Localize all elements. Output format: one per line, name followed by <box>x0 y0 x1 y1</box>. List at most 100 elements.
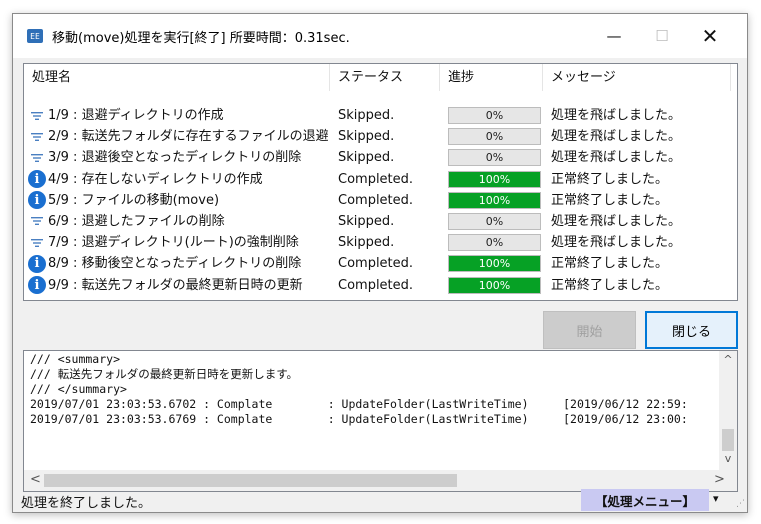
start-button: 開始 <box>543 311 636 349</box>
list-item[interactable]: i 9/9 : 転送先フォルダの最終更新日時の更新 Completed. 100% 正常… <box>24 275 737 296</box>
task-message: 処理を飛ばしました。 <box>551 150 682 166</box>
progress-label: 0% <box>485 130 504 144</box>
task-status: Completed. <box>338 277 414 293</box>
list-item[interactable]: i 4/9 : 存在しないディレクトリの作成 Completed. 100% 正常終了し… <box>24 169 737 190</box>
column-header-status[interactable]: ステータス <box>330 64 440 91</box>
task-progress-cell: 0% <box>448 147 544 168</box>
progress-bar: 0% <box>448 128 541 146</box>
task-status: Skipped. <box>338 150 395 166</box>
progress-bar: 100% <box>448 170 541 188</box>
progress-label: 0% <box>485 236 504 250</box>
dialog-window: EE 移動(move)処理を実行[終了] 所要時間：0.31sec. — ☐ ✕… <box>12 13 748 513</box>
task-progress-cell: 100% <box>448 190 544 211</box>
horizontal-scroll-thumb[interactable] <box>44 474 457 487</box>
task-message: 正常終了しました。 <box>551 171 669 187</box>
info-icon: i <box>28 191 46 210</box>
process-menu-button[interactable]: 【処理メニュー】 <box>581 489 709 511</box>
title-bar[interactable]: EE 移動(move)処理を実行[終了] 所要時間：0.31sec. — ☐ ✕ <box>13 14 747 58</box>
window-title: 移動(move)処理を実行[終了] 所要時間：0.31sec. <box>52 30 350 46</box>
task-message: 正常終了しました。 <box>551 192 669 208</box>
list-item[interactable]: 1/9 : 退避ディレクトリの作成 Skipped. 0% 処理を飛ばしました。 <box>24 105 737 126</box>
list-item[interactable]: 2/9 : 転送先フォルダに存在するファイルの退避 Skipped. 0% 処理を飛ば… <box>24 126 737 147</box>
task-name: 2/9 : 転送先フォルダに存在するファイルの退避 <box>48 129 328 145</box>
task-name-cell: i 9/9 : 転送先フォルダの最終更新日時の更新 <box>28 275 328 296</box>
task-progress-cell: 0% <box>448 105 544 126</box>
list-rows: 1/9 : 退避ディレクトリの作成 Skipped. 0% 処理を飛ばしました。 2/9… <box>24 105 737 296</box>
status-bar: 処理を終了しました。 【処理メニュー】 ▾ ⋰ <box>13 488 747 512</box>
task-name-cell: 1/9 : 退避ディレクトリの作成 <box>28 105 328 126</box>
task-message: 処理を飛ばしました。 <box>551 129 682 145</box>
close-window-button[interactable]: ✕ <box>687 14 733 58</box>
task-status: Skipped. <box>338 235 395 251</box>
dropdown-arrow-icon[interactable]: ▾ <box>713 492 719 505</box>
log-line: /// 転送先フォルダの最終更新日時を更新します。 <box>30 367 299 381</box>
info-icon: i <box>28 254 46 273</box>
progress-label: 0% <box>485 214 504 228</box>
task-name-cell: 6/9 : 退避したファイルの削除 <box>28 211 328 232</box>
task-status: Completed. <box>338 256 414 272</box>
progress-label: 100% <box>478 172 511 186</box>
list-item[interactable]: 3/9 : 退避後空となったディレクトリの削除 Skipped. 0% 処理を飛ばしま… <box>24 147 737 168</box>
progress-label: 100% <box>478 193 511 207</box>
task-message: 正常終了しました。 <box>551 256 669 272</box>
task-list[interactable]: 処理名 ステータス 進捗 メッセージ 1/9 : 退避ディレクトリの作成 Skip… <box>23 63 738 301</box>
task-name-cell: 7/9 : 退避ディレクトリ(ルート)の強制削除 <box>28 232 328 253</box>
column-header-progress[interactable]: 進捗 <box>440 64 543 91</box>
column-header-name[interactable]: 処理名 <box>24 64 330 91</box>
list-item[interactable]: 6/9 : 退避したファイルの削除 Skipped. 0% 処理を飛ばしました。 <box>24 211 737 232</box>
task-name: 3/9 : 退避後空となったディレクトリの削除 <box>48 150 302 166</box>
task-status: Skipped. <box>338 108 395 123</box>
list-item[interactable]: i 8/9 : 移動後空となったディレクトリの削除 Completed. 100% 正常… <box>24 253 737 274</box>
task-message: 処理を飛ばしました。 <box>551 108 682 123</box>
log-line: 2019/07/01 23:03:53.6702 : Complate : Up… <box>30 397 688 411</box>
task-name: 1/9 : 退避ディレクトリの作成 <box>48 108 224 123</box>
task-progress-cell: 100% <box>448 253 544 274</box>
scroll-up-icon[interactable]: ^ <box>719 353 737 366</box>
close-button[interactable]: 閉じる <box>645 311 738 349</box>
list-item[interactable]: i 5/9 : ファイルの移動(move) Completed. 100% 正常終了しま… <box>24 190 737 211</box>
task-progress-cell: 0% <box>448 211 544 232</box>
progress-bar: 100% <box>448 276 541 294</box>
task-name: 4/9 : 存在しないディレクトリの作成 <box>48 171 263 187</box>
list-header: 処理名 ステータス 進捗 メッセージ <box>24 64 737 91</box>
task-name: 7/9 : 退避ディレクトリ(ルート)の強制削除 <box>48 235 299 251</box>
vertical-scrollbar[interactable]: ^ v <box>719 351 737 471</box>
task-name: 6/9 : 退避したファイルの削除 <box>48 213 225 229</box>
task-name: 8/9 : 移動後空となったディレクトリの削除 <box>48 256 302 272</box>
scroll-down-icon[interactable]: v <box>719 452 737 465</box>
scroll-right-icon[interactable]: > <box>714 472 725 487</box>
task-name: 9/9 : 転送先フォルダの最終更新日時の更新 <box>48 277 303 293</box>
log-textbox[interactable]: /// <summary>/// 転送先フォルダの最終更新日時を更新します。//… <box>23 350 738 492</box>
task-message: 正常終了しました。 <box>551 277 669 293</box>
progress-bar: 100% <box>448 255 541 273</box>
lines-icon <box>28 149 46 167</box>
task-progress-cell: 0% <box>448 232 544 253</box>
task-status: Completed. <box>338 171 414 187</box>
log-line: 2019/07/01 23:03:53.6769 : Complate : Up… <box>30 412 688 426</box>
progress-bar: 0% <box>448 107 541 124</box>
task-message: 処理を飛ばしました。 <box>551 235 682 251</box>
info-icon: i <box>28 276 46 294</box>
list-item[interactable]: 7/9 : 退避ディレクトリ(ルート)の強制削除 Skipped. 0% 処理を飛ばし… <box>24 232 737 253</box>
task-name-cell: 3/9 : 退避後空となったディレクトリの削除 <box>28 147 328 168</box>
task-status: Skipped. <box>338 213 395 229</box>
column-header-message[interactable]: メッセージ <box>543 64 731 91</box>
task-name-cell: 2/9 : 転送先フォルダに存在するファイルの退避 <box>28 126 328 147</box>
progress-label: 0% <box>485 151 504 165</box>
progress-bar: 0% <box>448 212 541 230</box>
progress-label: 0% <box>485 109 504 122</box>
task-name: 5/9 : ファイルの移動(move) <box>48 192 220 208</box>
log-line: /// <summary> <box>30 352 121 366</box>
task-status: Completed. <box>338 192 414 208</box>
progress-label: 100% <box>478 257 511 271</box>
task-progress-cell: 100% <box>448 169 544 190</box>
progress-bar: 100% <box>448 191 541 209</box>
info-icon: i <box>28 170 46 189</box>
minimize-button[interactable]: — <box>591 14 637 58</box>
resize-grip-icon[interactable]: ⋰ <box>736 499 745 509</box>
lines-icon <box>28 234 46 252</box>
scroll-left-icon[interactable]: < <box>30 472 41 487</box>
progress-bar: 0% <box>448 149 541 167</box>
vertical-scroll-thumb[interactable] <box>722 429 734 451</box>
task-name-cell: i 4/9 : 存在しないディレクトリの作成 <box>28 169 328 190</box>
